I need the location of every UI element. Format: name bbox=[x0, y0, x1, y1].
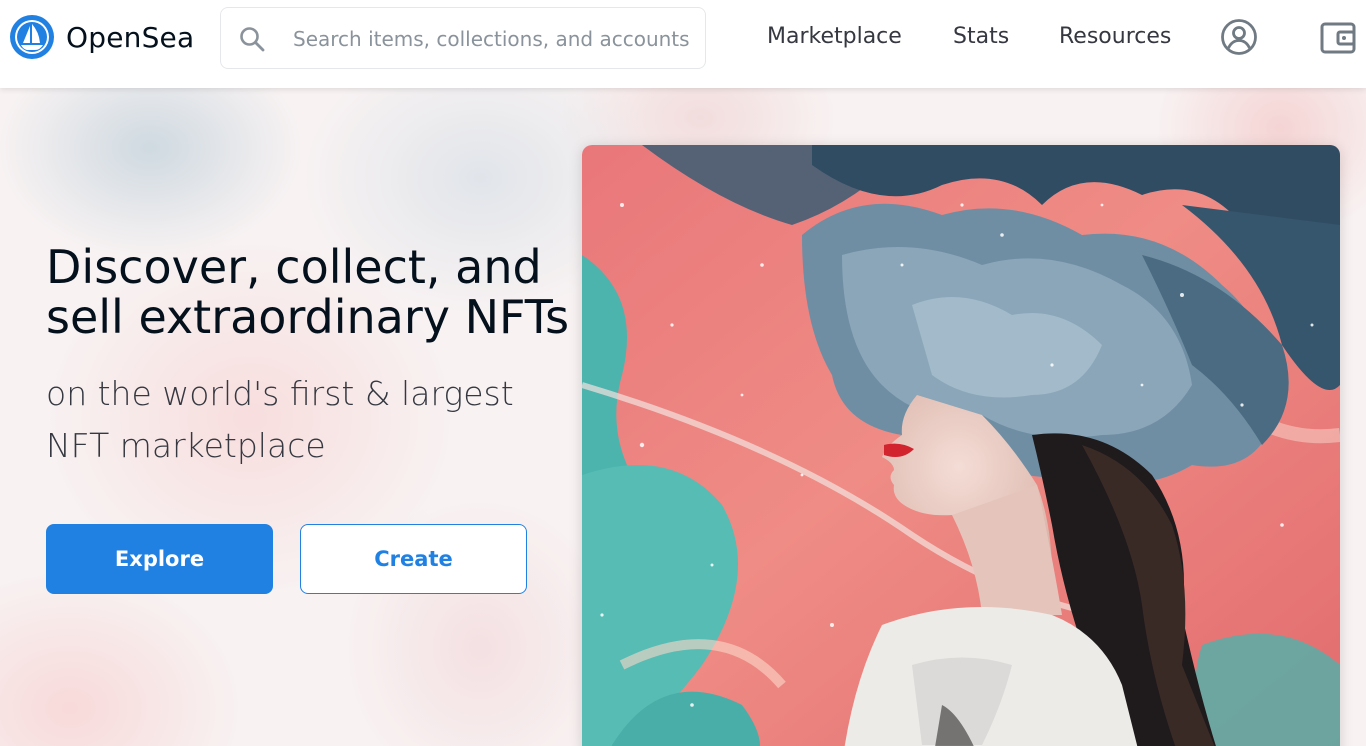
top-nav-bar: OpenSea Marketplace Stats Resources bbox=[0, 0, 1366, 88]
hero-subline: on the world's first & largest NFT marke… bbox=[46, 374, 514, 465]
featured-nft-artwork bbox=[582, 145, 1340, 746]
hero-headline: Discover, collect, and sell extraordinar… bbox=[46, 240, 570, 344]
opensea-logo-icon[interactable] bbox=[9, 14, 55, 60]
nav-resources[interactable]: Resources bbox=[1059, 24, 1171, 49]
account-circle-icon[interactable] bbox=[1220, 18, 1258, 56]
search-input[interactable] bbox=[293, 22, 693, 56]
search-bar[interactable] bbox=[220, 7, 706, 69]
explore-button[interactable]: Explore bbox=[46, 524, 273, 594]
brand-name[interactable]: OpenSea bbox=[66, 21, 194, 54]
nav-stats[interactable]: Stats bbox=[953, 24, 1009, 49]
create-button[interactable]: Create bbox=[300, 524, 527, 594]
nav-marketplace[interactable]: Marketplace bbox=[767, 24, 902, 49]
wallet-icon[interactable] bbox=[1318, 18, 1358, 58]
search-icon bbox=[240, 27, 265, 52]
featured-nft-card[interactable] bbox=[582, 145, 1340, 746]
